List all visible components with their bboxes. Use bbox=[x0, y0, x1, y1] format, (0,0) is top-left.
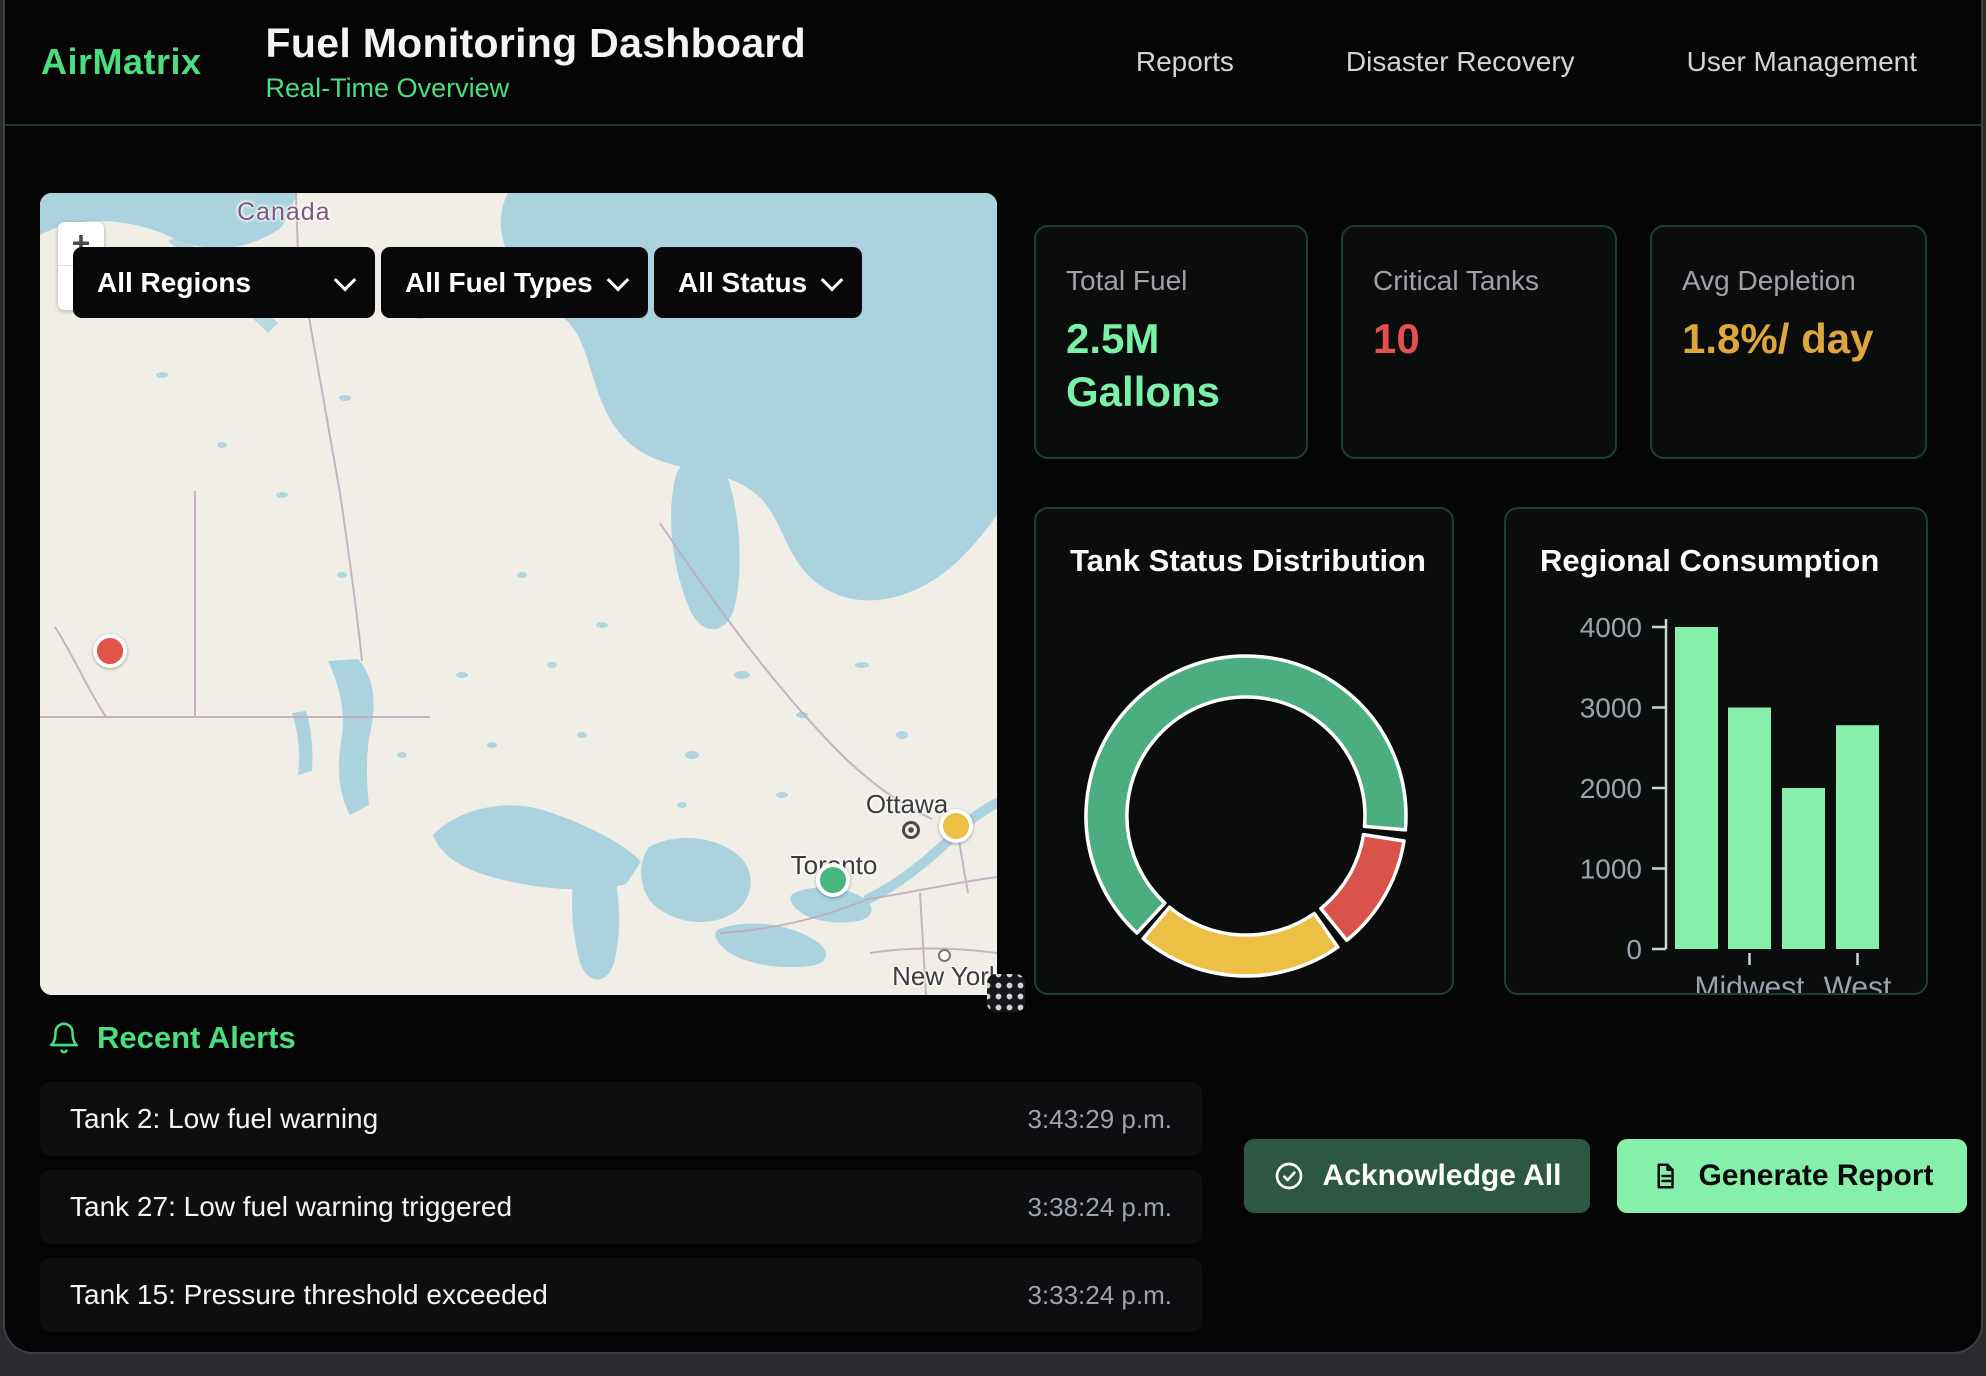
status-filter-dropdown[interactable]: All Status bbox=[654, 247, 862, 318]
nav-item-user-management[interactable]: User Management bbox=[1687, 46, 1917, 78]
alert-row[interactable]: Tank 2: Low fuel warning 3:43:29 p.m. bbox=[40, 1082, 1202, 1156]
donut-segment-critical[interactable] bbox=[1321, 835, 1404, 941]
bar-region-0[interactable] bbox=[1675, 627, 1718, 949]
chevron-down-icon bbox=[821, 268, 844, 291]
header: AirMatrix Fuel Monitoring Dashboard Real… bbox=[5, 0, 1981, 126]
stat-value-critical-tanks: 10 bbox=[1373, 313, 1588, 366]
alert-row[interactable]: Tank 15: Pressure threshold exceeded 3:3… bbox=[40, 1258, 1202, 1332]
bar-region-2[interactable] bbox=[1782, 788, 1825, 949]
bar-region-3[interactable] bbox=[1836, 725, 1879, 949]
tank-marker-warning[interactable] bbox=[939, 809, 973, 843]
generate-report-label: Generate Report bbox=[1698, 1159, 1933, 1193]
svg-text:1000: 1000 bbox=[1580, 854, 1642, 885]
page-title: Fuel Monitoring Dashboard bbox=[266, 20, 806, 67]
alerts-header: Recent Alerts bbox=[47, 1020, 296, 1056]
tank-marker-normal[interactable] bbox=[816, 863, 850, 897]
dashboard-root: AirMatrix Fuel Monitoring Dashboard Real… bbox=[3, 0, 1983, 1354]
alert-timestamp: 3:38:24 p.m. bbox=[1027, 1192, 1172, 1223]
document-icon bbox=[1650, 1161, 1680, 1191]
bell-icon bbox=[47, 1021, 81, 1055]
stat-value-total-fuel: 2.5M Gallons bbox=[1066, 313, 1281, 418]
stat-card-critical-tanks: Critical Tanks 10 bbox=[1341, 225, 1617, 459]
main-nav: Reports Disaster Recovery User Managemen… bbox=[1136, 46, 1981, 78]
svg-text:Midwest: Midwest bbox=[1694, 971, 1805, 995]
acknowledge-all-label: Acknowledge All bbox=[1323, 1159, 1562, 1193]
alerts-title: Recent Alerts bbox=[97, 1020, 296, 1056]
alert-message: Tank 15: Pressure threshold exceeded bbox=[70, 1279, 548, 1311]
tank-status-panel: Tank Status Distribution bbox=[1034, 507, 1454, 995]
map-filter-bar: All Regions All Fuel Types All Status bbox=[73, 247, 862, 318]
page-subtitle: Real-Time Overview bbox=[266, 73, 806, 104]
regional-consumption-panel: Regional Consumption 01000200030004000Mi… bbox=[1504, 507, 1928, 995]
title-block: Fuel Monitoring Dashboard Real-Time Over… bbox=[266, 20, 806, 104]
svg-text:West: West bbox=[1824, 971, 1892, 995]
alert-message: Tank 2: Low fuel warning bbox=[70, 1103, 378, 1135]
fuel-type-filter-dropdown[interactable]: All Fuel Types bbox=[381, 247, 648, 318]
svg-text:0: 0 bbox=[1626, 934, 1642, 965]
stat-label: Avg Depletion bbox=[1682, 265, 1895, 297]
new-york-city-marker bbox=[938, 949, 951, 962]
stat-card-total-fuel: Total Fuel 2.5M Gallons bbox=[1034, 225, 1308, 459]
alert-timestamp: 3:33:24 p.m. bbox=[1027, 1280, 1172, 1311]
acknowledge-all-button[interactable]: Acknowledge All bbox=[1244, 1139, 1590, 1213]
nav-item-reports[interactable]: Reports bbox=[1136, 46, 1234, 78]
regional-consumption-bar-chart: 0 1000 2000 3000 4000 Midwest West bbox=[1506, 509, 1928, 995]
chevron-down-icon bbox=[607, 268, 630, 291]
alert-row[interactable]: Tank 27: Low fuel warning triggered 3:38… bbox=[40, 1170, 1202, 1244]
tank-status-donut-chart bbox=[1036, 509, 1454, 995]
chevron-down-icon bbox=[334, 268, 357, 291]
stat-value-avg-depletion: 1.8%/ day bbox=[1682, 313, 1897, 366]
check-circle-icon bbox=[1273, 1160, 1305, 1192]
nav-item-disaster-recovery[interactable]: Disaster Recovery bbox=[1346, 46, 1575, 78]
stat-label: Total Fuel bbox=[1066, 265, 1276, 297]
donut-segment-warning[interactable] bbox=[1143, 907, 1338, 976]
alert-message: Tank 27: Low fuel warning triggered bbox=[70, 1191, 512, 1223]
fuel-type-filter-value: All Fuel Types bbox=[405, 267, 593, 299]
generate-report-button[interactable]: Generate Report bbox=[1617, 1139, 1967, 1213]
map-resize-grip-icon[interactable] bbox=[987, 974, 1025, 1012]
tank-marker-critical[interactable] bbox=[93, 634, 127, 668]
fuel-map[interactable]: Canada Ottawa Toronto New York + − All R… bbox=[40, 193, 997, 995]
bar-region-1[interactable] bbox=[1728, 708, 1771, 950]
region-filter-value: All Regions bbox=[97, 267, 251, 299]
status-filter-value: All Status bbox=[678, 267, 807, 299]
region-filter-dropdown[interactable]: All Regions bbox=[73, 247, 375, 318]
brand-logo: AirMatrix bbox=[41, 41, 202, 83]
alert-timestamp: 3:43:29 p.m. bbox=[1027, 1104, 1172, 1135]
stat-label: Critical Tanks bbox=[1373, 265, 1585, 297]
stat-card-avg-depletion: Avg Depletion 1.8%/ day bbox=[1650, 225, 1927, 459]
svg-text:2000: 2000 bbox=[1580, 773, 1642, 804]
svg-text:4000: 4000 bbox=[1580, 612, 1642, 643]
ottawa-city-marker bbox=[902, 821, 920, 839]
svg-text:3000: 3000 bbox=[1580, 693, 1642, 724]
